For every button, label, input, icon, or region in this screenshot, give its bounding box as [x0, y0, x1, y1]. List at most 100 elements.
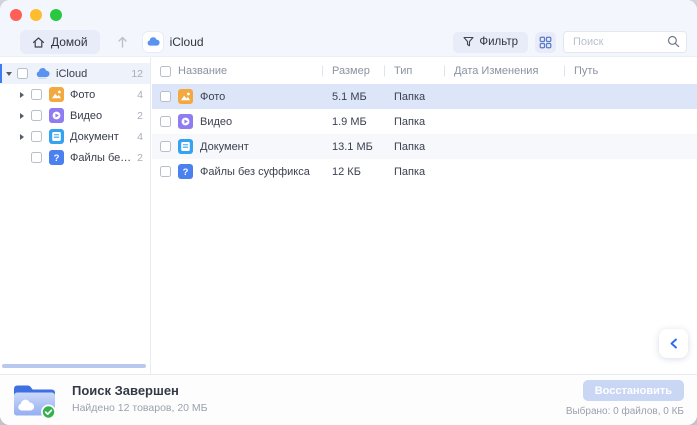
sidebar-item-count: 2: [137, 152, 143, 164]
selection-summary: Выбрано: 0 файлов, 0 КБ: [566, 406, 684, 417]
row-size: 1.9 МБ: [322, 116, 384, 128]
breadcrumb-label: iCloud: [170, 35, 204, 49]
row-size: 12 КБ: [322, 166, 384, 178]
header-path[interactable]: Путь: [564, 65, 697, 77]
table-row-documents[interactable]: Документ 13.1 МБ Папка: [152, 134, 697, 159]
sidebar-item-label: Документ: [70, 131, 134, 143]
status-subtitle: Найдено 12 товаров, 20 МБ: [72, 402, 208, 414]
sidebar-item-label: iCloud: [56, 68, 128, 80]
no-suffix-checkbox[interactable]: [31, 152, 42, 163]
status-footer: Поиск Завершен Найдено 12 товаров, 20 МБ…: [0, 374, 697, 425]
filter-button[interactable]: Фильтр: [453, 32, 528, 53]
recover-button[interactable]: Восстановить: [583, 380, 684, 401]
sidebar-item-no-suffix[interactable]: ? Файлы без суффикса 2: [0, 147, 150, 168]
header-size-label: Размер: [332, 65, 370, 77]
app-window: Домой iCloud Фильтр: [0, 0, 697, 425]
up-level-button[interactable]: [116, 35, 129, 49]
sidebar-tree: iCloud 12 Фото 4 Видео 2 Документ 4: [0, 58, 151, 374]
row-name: Фото: [200, 91, 225, 103]
videos-checkbox[interactable]: [31, 110, 42, 121]
sidebar-item-icloud[interactable]: iCloud 12: [0, 63, 150, 84]
question-file-icon: ?: [178, 164, 193, 179]
row-name: Видео: [200, 116, 232, 128]
header-type-label: Тип: [394, 65, 412, 77]
grid-view-button[interactable]: [535, 32, 556, 53]
sidebar-item-label: Фото: [70, 89, 134, 101]
zoom-window-button[interactable]: [50, 9, 62, 21]
arrow-up-icon: [116, 35, 129, 49]
caret-down-icon[interactable]: [6, 72, 17, 76]
row-type: Папка: [384, 91, 444, 103]
sidebar-item-count: 2: [137, 110, 143, 122]
row-checkbox[interactable]: [160, 116, 171, 127]
toolbar: Домой iCloud Фильтр: [20, 30, 687, 54]
scan-complete-folder-icon: [12, 382, 58, 420]
table-header-row: Название Размер Тип Дата Изменения Путь: [152, 58, 697, 84]
document-folder-icon: [49, 129, 64, 144]
sidebar-item-count: 12: [131, 68, 143, 80]
select-all-checkbox[interactable]: [160, 66, 171, 77]
sidebar-horizontal-scrollbar[interactable]: [2, 364, 146, 368]
header-path-label: Путь: [574, 65, 598, 77]
home-icon: [32, 36, 45, 49]
table-row-no-suffix[interactable]: ? Файлы без суффикса 12 КБ Папка: [152, 159, 697, 184]
close-window-button[interactable]: [10, 9, 22, 21]
file-table: Название Размер Тип Дата Изменения Путь …: [152, 58, 697, 374]
breadcrumb[interactable]: iCloud: [143, 32, 204, 52]
icloud-checkbox[interactable]: [17, 68, 28, 79]
search-icon: [667, 35, 680, 48]
sidebar-item-documents[interactable]: Документ 4: [0, 126, 150, 147]
row-name: Документ: [200, 141, 249, 153]
home-button[interactable]: Домой: [20, 30, 100, 54]
toolbar-right-group: Фильтр: [453, 31, 687, 53]
header-name[interactable]: Название: [152, 65, 322, 77]
sidebar-item-label: Видео: [70, 110, 134, 122]
table-row-videos[interactable]: Видео 1.9 МБ Папка: [152, 109, 697, 134]
sidebar-item-videos[interactable]: Видео 2: [0, 105, 150, 126]
table-row-photos[interactable]: Фото 5.1 МБ Папка: [152, 84, 697, 109]
row-type: Папка: [384, 116, 444, 128]
sidebar-item-label: Файлы без суффикса: [70, 152, 134, 164]
question-file-icon: ?: [49, 150, 64, 165]
document-folder-icon: [178, 139, 193, 154]
row-type: Папка: [384, 166, 444, 178]
caret-right-icon[interactable]: [20, 92, 31, 98]
icloud-cloud-icon: [35, 66, 50, 81]
row-name: Файлы без суффикса: [200, 166, 310, 178]
header-size[interactable]: Размер: [322, 65, 384, 77]
header-name-label: Название: [178, 65, 227, 77]
row-checkbox[interactable]: [160, 141, 171, 152]
row-checkbox[interactable]: [160, 166, 171, 177]
svg-text:?: ?: [54, 153, 60, 164]
grid-view-icon: [539, 36, 552, 49]
filter-button-label: Фильтр: [479, 36, 518, 48]
header-date[interactable]: Дата Изменения: [444, 65, 564, 77]
row-checkbox[interactable]: [160, 91, 171, 102]
filter-funnel-icon: [463, 36, 474, 48]
expand-panel-button[interactable]: [659, 329, 688, 358]
chevron-left-icon: [667, 336, 681, 351]
row-size: 13.1 МБ: [322, 141, 384, 153]
home-button-label: Домой: [51, 35, 88, 49]
minimize-window-button[interactable]: [30, 9, 42, 21]
caret-right-icon[interactable]: [20, 134, 31, 140]
titlebar-toolbar: Домой iCloud Фильтр: [0, 0, 697, 57]
row-size: 5.1 МБ: [322, 91, 384, 103]
sidebar-item-count: 4: [137, 89, 143, 101]
header-type[interactable]: Тип: [384, 65, 444, 77]
photo-folder-icon: [178, 89, 193, 104]
video-folder-icon: [49, 108, 64, 123]
sidebar-item-count: 4: [137, 131, 143, 143]
svg-text:?: ?: [183, 167, 189, 178]
photos-checkbox[interactable]: [31, 89, 42, 100]
caret-right-icon[interactable]: [20, 113, 31, 119]
status-title: Поиск Завершен: [72, 383, 208, 398]
search-field-wrap: [563, 31, 687, 53]
row-type: Папка: [384, 141, 444, 153]
traffic-lights: [10, 9, 62, 21]
icloud-icon: [143, 32, 163, 52]
sidebar-item-photos[interactable]: Фото 4: [0, 84, 150, 105]
photo-folder-icon: [49, 87, 64, 102]
documents-checkbox[interactable]: [31, 131, 42, 142]
header-date-label: Дата Изменения: [454, 65, 538, 77]
